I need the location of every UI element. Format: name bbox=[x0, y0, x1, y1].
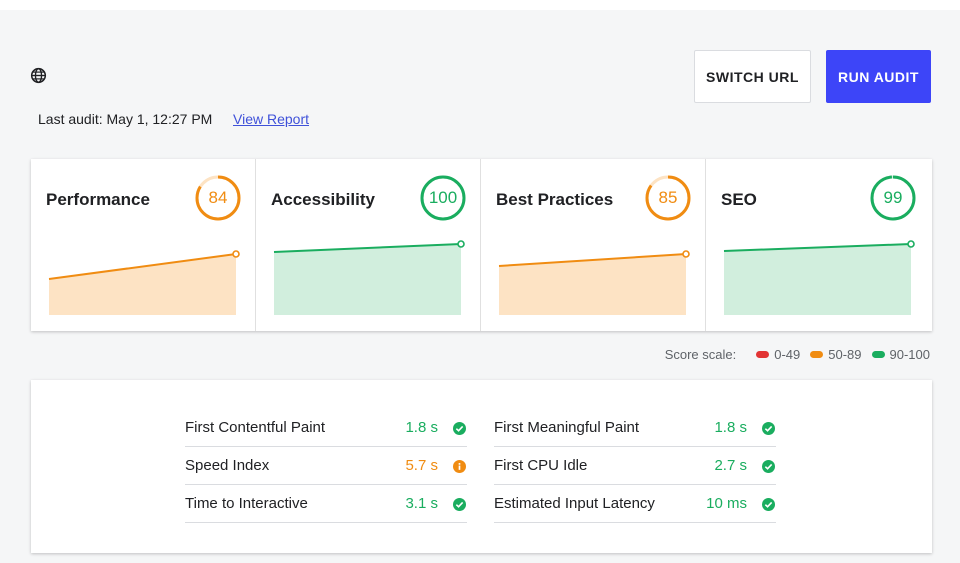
score-name: Best Practices bbox=[496, 190, 614, 209]
score-card-accessibility[interactable]: Accessibility 100 bbox=[256, 159, 481, 331]
metric-name: Time to Interactive bbox=[185, 495, 308, 512]
red-pill-icon bbox=[756, 351, 770, 358]
metric-row: First Contentful Paint 1.8 s bbox=[185, 409, 467, 447]
view-report-link[interactable]: View Report bbox=[233, 111, 309, 127]
score-sparkline bbox=[48, 250, 240, 315]
check-circle-icon bbox=[453, 498, 466, 511]
run-audit-button[interactable]: RUN AUDIT bbox=[826, 50, 931, 103]
metric-name: First CPU Idle bbox=[494, 457, 588, 474]
score-scale-label: Score scale: bbox=[664, 347, 737, 362]
score-sparkline bbox=[498, 250, 690, 315]
metric-row: First CPU Idle 2.7 s bbox=[494, 447, 776, 485]
score-scale-legend: Score scale: 0-49 50-89 90-100 bbox=[665, 347, 930, 362]
dashboard-page: Last audit: May 1, 12:27 PM View Report … bbox=[0, 10, 960, 563]
score-gauge: 99 bbox=[869, 174, 917, 222]
metric-row: Time to Interactive 3.1 s bbox=[185, 485, 467, 523]
score-name: Accessibility bbox=[271, 190, 375, 209]
score-value: 100 bbox=[428, 188, 458, 207]
check-circle-icon bbox=[762, 498, 775, 511]
metric-row: First Meaningful Paint 1.8 s bbox=[494, 409, 776, 447]
score-value: 84 bbox=[208, 188, 228, 207]
score-card-seo[interactable]: SEO 99 bbox=[706, 159, 931, 331]
check-circle-icon bbox=[453, 422, 466, 435]
score-card-performance[interactable]: Performance 84 bbox=[31, 159, 256, 331]
score-scale-range: 0-49 bbox=[774, 347, 801, 362]
metrics-column-right: First Meaningful Paint 1.8 s First CPU I… bbox=[494, 409, 776, 523]
check-circle-icon bbox=[762, 422, 775, 435]
metric-value: 1.8 s bbox=[714, 419, 747, 436]
metrics-column-left: First Contentful Paint 1.8 s Speed Index… bbox=[185, 409, 467, 523]
score-sparkline bbox=[723, 240, 915, 315]
last-audit-text: Last audit: May 1, 12:27 PM bbox=[38, 111, 213, 127]
check-circle-icon bbox=[762, 460, 775, 473]
switch-url-button[interactable]: SWITCH URL bbox=[694, 50, 811, 103]
score-scale-range: 90-100 bbox=[889, 347, 930, 362]
metric-name: Speed Index bbox=[185, 457, 270, 474]
metric-value: 2.7 s bbox=[714, 457, 747, 474]
score-scale-item-red: 0-49 bbox=[756, 347, 800, 362]
green-pill-icon bbox=[871, 351, 885, 358]
score-scale-item-green: 90-100 bbox=[871, 347, 930, 362]
metric-name: Estimated Input Latency bbox=[494, 495, 655, 512]
score-value: 85 bbox=[658, 188, 678, 207]
score-gauge: 84 bbox=[194, 174, 242, 222]
orange-pill-icon bbox=[810, 351, 824, 358]
metric-value: 10 ms bbox=[706, 495, 747, 512]
metric-value: 1.8 s bbox=[405, 419, 438, 436]
score-card-best-practices[interactable]: Best Practices 85 bbox=[481, 159, 706, 331]
score-scale-range: 50-89 bbox=[828, 347, 862, 362]
metric-row: Speed Index 5.7 s bbox=[185, 447, 467, 485]
score-value: 99 bbox=[883, 188, 903, 207]
metric-value: 3.1 s bbox=[405, 495, 438, 512]
score-cards: Performance 84 Accessibility 100 Best Pr… bbox=[31, 159, 932, 331]
score-gauge: 85 bbox=[644, 174, 692, 222]
score-gauge: 100 bbox=[419, 174, 467, 222]
score-name: Performance bbox=[46, 190, 150, 209]
info-circle-icon bbox=[453, 460, 466, 473]
metric-value: 5.7 s bbox=[405, 457, 438, 474]
metric-row: Estimated Input Latency 10 ms bbox=[494, 485, 776, 523]
metrics-panel: First Contentful Paint 1.8 s Speed Index… bbox=[31, 380, 932, 553]
score-sparkline bbox=[273, 240, 465, 315]
globe-icon[interactable] bbox=[30, 67, 47, 84]
score-scale-item-orange: 50-89 bbox=[810, 347, 862, 362]
metric-name: First Contentful Paint bbox=[185, 419, 326, 436]
metric-name: First Meaningful Paint bbox=[494, 419, 640, 436]
score-name: SEO bbox=[721, 190, 757, 209]
